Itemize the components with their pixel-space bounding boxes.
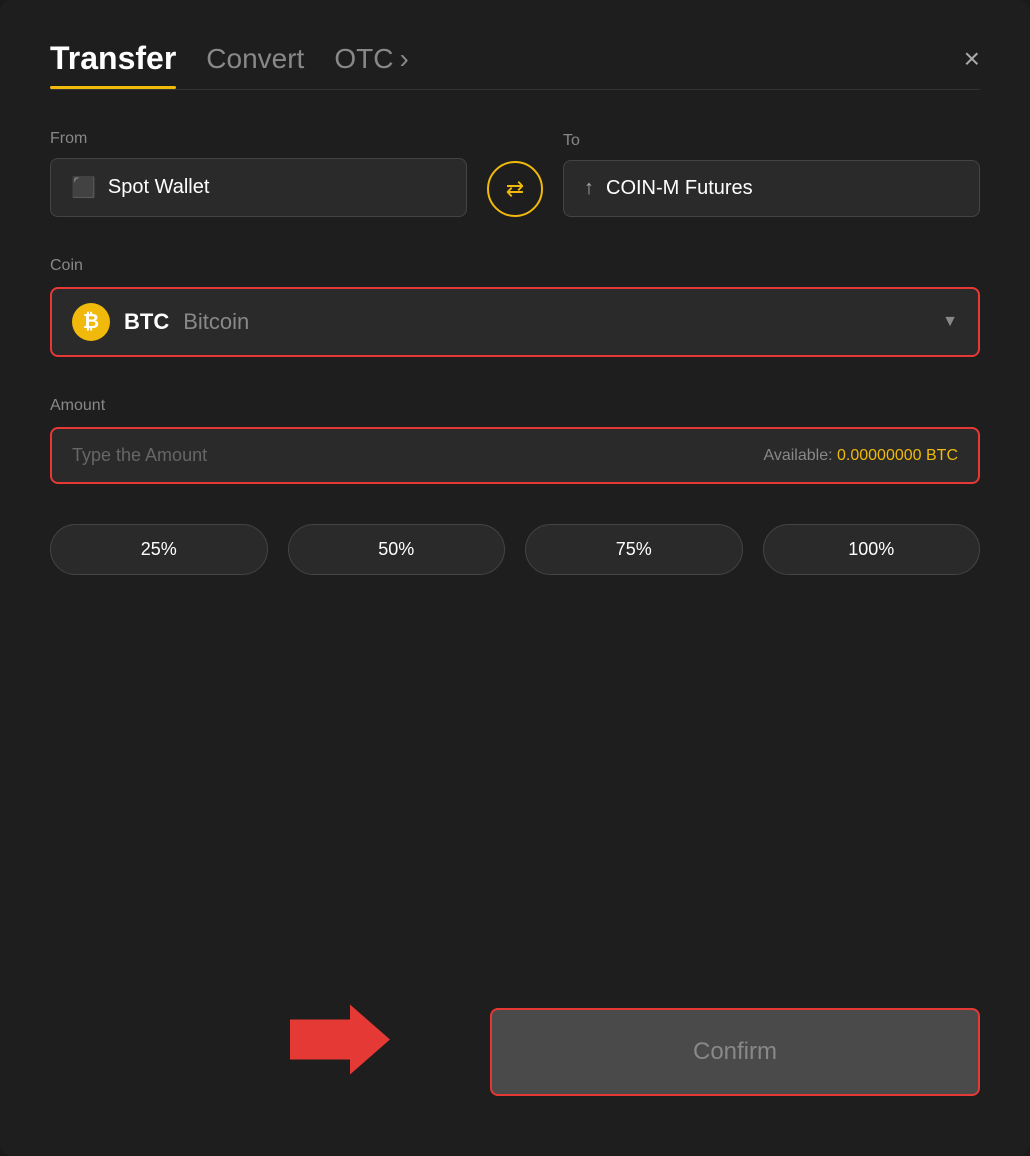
percent-25-button[interactable]: 25% — [50, 524, 268, 575]
from-wallet-label: Spot Wallet — [108, 176, 210, 199]
header-tabs: Transfer Convert OTC › × — [50, 40, 980, 89]
bottom-section: Confirm — [50, 988, 980, 1096]
tab-transfer[interactable]: Transfer — [50, 40, 176, 89]
amount-input[interactable] — [72, 445, 763, 466]
arrow-indicator — [290, 1005, 390, 1080]
btc-icon: ₿ — [72, 303, 110, 341]
coin-label: Coin — [50, 257, 83, 274]
to-group: To ↑ COIN-M Futures — [563, 132, 980, 217]
transfer-modal: Transfer Convert OTC › × From ⬛ Spot Wal… — [0, 0, 1030, 1156]
available-value: 0.00000000 BTC — [837, 447, 958, 464]
chevron-down-icon: ▼ — [942, 313, 958, 331]
amount-section: Amount Available: 0.00000000 BTC — [50, 397, 980, 484]
to-label: To — [563, 132, 980, 150]
amount-label: Amount — [50, 397, 105, 414]
coin-symbol: BTC — [124, 309, 169, 335]
from-to-section: From ⬛ Spot Wallet ⇄ To ↑ COIN-M Futures — [50, 130, 980, 217]
tab-convert[interactable]: Convert — [206, 43, 304, 87]
from-label: From — [50, 130, 467, 148]
from-group: From ⬛ Spot Wallet — [50, 130, 467, 217]
swap-button[interactable]: ⇄ — [487, 161, 543, 217]
close-button[interactable]: × — [964, 45, 980, 85]
confirm-button[interactable]: Confirm — [490, 1008, 980, 1096]
percent-50-button[interactable]: 50% — [288, 524, 506, 575]
amount-input-container: Available: 0.00000000 BTC — [50, 427, 980, 484]
to-wallet-label: COIN-M Futures — [606, 177, 753, 200]
swap-icon: ⇄ — [506, 176, 524, 202]
card-icon: ⬛ — [71, 175, 96, 200]
tab-otc[interactable]: OTC › — [334, 43, 408, 87]
percent-100-button[interactable]: 100% — [763, 524, 981, 575]
available-text: Available: 0.00000000 BTC — [763, 447, 958, 465]
percent-75-button[interactable]: 75% — [525, 524, 743, 575]
from-wallet-selector[interactable]: ⬛ Spot Wallet — [50, 158, 467, 217]
coin-selector[interactable]: ₿ BTC Bitcoin ▼ — [50, 287, 980, 357]
coin-fullname: Bitcoin — [183, 309, 249, 335]
futures-icon: ↑ — [584, 177, 594, 200]
chevron-right-icon: › — [399, 43, 408, 75]
available-label: Available: — [763, 447, 832, 464]
arrow-right-icon — [290, 1005, 390, 1075]
coin-section: Coin ₿ BTC Bitcoin ▼ — [50, 257, 980, 357]
percent-buttons: 25% 50% 75% 100% — [50, 524, 980, 575]
header-divider — [50, 89, 980, 90]
btc-symbol: ₿ — [83, 311, 99, 334]
to-wallet-selector[interactable]: ↑ COIN-M Futures — [563, 160, 980, 217]
